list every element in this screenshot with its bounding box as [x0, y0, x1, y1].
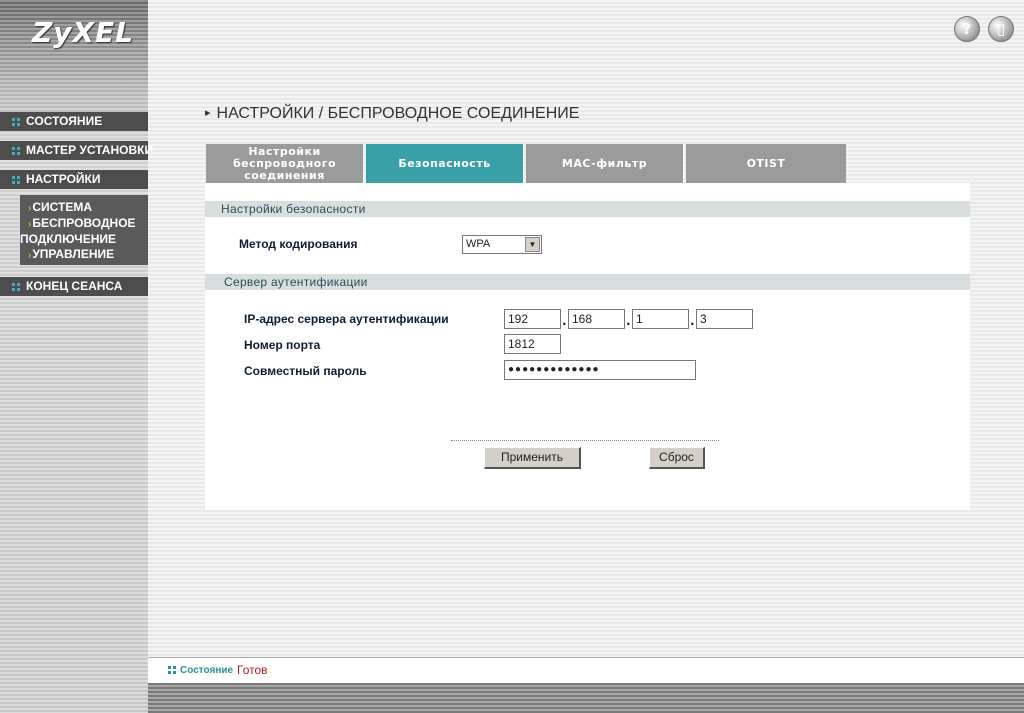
settings-submenu: ›СИСТЕМА ›БЕСПРОВОДНОЕ ПОДКЛЮЧЕНИЕ ›УПРА…	[20, 195, 148, 265]
sidebar-item-logout[interactable]: КОНЕЦ СЕАНСА	[0, 277, 148, 296]
sidebar: ZyXEL СОСТОЯНИЕ МАСТЕР УСТАНОВКИ НАСТРОЙ…	[0, 0, 153, 713]
tab-label: Безопасность	[398, 156, 491, 170]
auth-server-section-header: Сервер аутентификации	[205, 274, 970, 290]
sidebar-item-label: КОНЕЦ СЕАНСА	[26, 279, 123, 293]
tab-label: OTIST	[746, 156, 786, 170]
tab-label-line: Настройки	[248, 144, 321, 158]
manual-icon[interactable]: ▯	[988, 16, 1014, 42]
grid-icon	[168, 666, 176, 674]
sidebar-background	[0, 0, 148, 713]
ip-separator: .	[690, 314, 695, 328]
submenu-item-system[interactable]: ›СИСТЕМА	[28, 200, 148, 216]
submenu-item-label: БЕСПРОВОДНОЕ	[32, 216, 136, 230]
encoding-value: WPA	[466, 238, 491, 250]
submenu-item-wireless-cont[interactable]: ПОДКЛЮЧЕНИЕ	[20, 232, 148, 247]
ip-octet-3-input[interactable]: 1	[632, 309, 689, 329]
submenu-item-label: СИСТЕМА	[32, 200, 92, 214]
tab-label-line: соединения	[244, 168, 325, 182]
port-input[interactable]: 1812	[504, 334, 561, 354]
tab-security[interactable]: Безопасность	[366, 144, 524, 183]
tab-label: MAC-фильтр	[561, 156, 648, 170]
sidebar-item-setup-wizard[interactable]: МАСТЕР УСТАНОВКИ	[0, 141, 153, 160]
submenu-item-label: ПОДКЛЮЧЕНИЕ	[20, 232, 117, 246]
security-section-header: Настройки безопасности	[205, 201, 970, 217]
sidebar-item-settings[interactable]: НАСТРОЙКИ	[0, 170, 148, 189]
sidebar-item-label: СОСТОЯНИЕ	[26, 114, 103, 128]
arrow-right-icon: ›	[28, 250, 32, 261]
grid-icon	[12, 176, 20, 184]
page-title-text: НАСТРОЙКИ / БЕСПРОВОДНОЕ СОЕДИНЕНИЕ	[216, 105, 580, 122]
reset-button[interactable]: Сброс	[649, 447, 705, 469]
sidebar-item-label: НАСТРОЙКИ	[26, 172, 101, 186]
ip-label: IP-адрес сервера аутентификации	[244, 312, 449, 326]
port-label: Номер порта	[244, 338, 321, 352]
submenu-item-wireless[interactable]: ›БЕСПРОВОДНОЕ	[28, 216, 148, 232]
ip-separator: .	[562, 314, 567, 328]
ip-octet-2-input[interactable]: 168	[568, 309, 625, 329]
divider	[451, 440, 719, 441]
shared-password-input[interactable]: ●●●●●●●●●●●●●	[504, 360, 696, 380]
arrow-right-icon: ›	[28, 219, 32, 230]
grid-icon	[12, 118, 20, 126]
arrow-right-icon: ›	[28, 203, 32, 214]
ip-octet-4-input[interactable]: 3	[696, 309, 753, 329]
chevron-down-icon[interactable]: ▼	[525, 237, 540, 252]
encoding-select[interactable]: WPA ▼	[462, 235, 542, 254]
ip-separator: .	[626, 314, 631, 328]
bottom-band	[148, 683, 1024, 713]
ip-octet-1-input[interactable]: 192	[504, 309, 561, 329]
sidebar-item-label: МАСТЕР УСТАНОВКИ	[26, 143, 154, 157]
status-bar: Состояние Готов	[148, 657, 1024, 683]
tab-label-line: беспроводного	[232, 156, 337, 170]
bullet-arrow-icon: ▸	[205, 107, 211, 119]
tab-label: Настройки беспроводного соединения	[232, 144, 337, 182]
tab-mac-filter[interactable]: MAC-фильтр	[526, 144, 684, 183]
shared-password-label: Совместный пароль	[244, 364, 367, 378]
status-value: Готов	[237, 663, 268, 677]
help-icon[interactable]: ?	[954, 16, 980, 42]
grid-icon	[12, 283, 20, 291]
submenu-item-label: УПРАВЛЕНИЕ	[32, 247, 115, 261]
top-banner: ? ▯	[148, 0, 1024, 68]
page-title: ▸ НАСТРОЙКИ / БЕСПРОВОДНОЕ СОЕДИНЕНИЕ	[205, 105, 579, 123]
tab-otist[interactable]: OTIST	[686, 144, 846, 183]
encoding-label: Метод кодирования	[239, 237, 358, 251]
status-label: Состояние	[180, 665, 234, 676]
apply-button[interactable]: Применить	[484, 447, 581, 469]
submenu-item-management[interactable]: ›УПРАВЛЕНИЕ	[28, 247, 148, 263]
zyxel-logo: ZyXEL	[32, 16, 135, 49]
content-panel: Настройки безопасности Метод кодирования…	[205, 183, 970, 510]
tab-wireless-settings[interactable]: Настройки беспроводного соединения	[206, 144, 364, 183]
sidebar-item-status[interactable]: СОСТОЯНИЕ	[0, 112, 148, 131]
grid-icon	[12, 147, 20, 155]
